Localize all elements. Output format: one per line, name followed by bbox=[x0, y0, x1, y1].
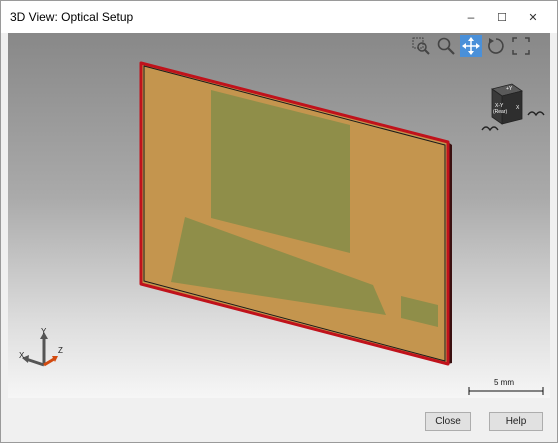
close-icon: ✕ bbox=[528, 11, 538, 24]
rotate-icon bbox=[488, 38, 504, 54]
view-cube-top-label: +Y bbox=[506, 86, 513, 92]
maximize-icon: ☐ bbox=[497, 11, 507, 24]
3d-viewport[interactable]: +Y X-Y (Rear) X Y X Z 5 mm bbox=[8, 33, 550, 398]
fit-all-button[interactable] bbox=[510, 35, 532, 57]
scene-canvas bbox=[139, 61, 452, 366]
view-cube-front-label-2: (Rear) bbox=[493, 109, 508, 115]
zoom-button[interactable] bbox=[435, 35, 457, 57]
zoom-window-button[interactable] bbox=[410, 35, 432, 57]
help-button[interactable]: Help bbox=[489, 412, 543, 431]
view-cube-side-label: X bbox=[516, 105, 520, 111]
close-button[interactable]: Close bbox=[425, 412, 471, 431]
scale-bar: 5 mm bbox=[468, 378, 544, 395]
view-cube-graphic bbox=[481, 83, 545, 132]
dialog-window: 3D View: Optical Setup – ☐ ✕ +Y X-Y (Rea… bbox=[0, 0, 558, 443]
scale-bar-label: 5 mm bbox=[494, 378, 514, 387]
view-cube[interactable]: +Y X-Y (Rear) X bbox=[478, 83, 548, 143]
close-window-button[interactable]: ✕ bbox=[515, 1, 551, 33]
dialog-footer: Close Help bbox=[1, 401, 557, 442]
pan-icon bbox=[462, 37, 480, 55]
zoom-icon bbox=[437, 37, 455, 55]
title-bar[interactable]: 3D View: Optical Setup – ☐ ✕ bbox=[1, 1, 557, 33]
scale-bar-line bbox=[468, 387, 544, 395]
axis-z-label: Z bbox=[58, 346, 63, 355]
pan-button[interactable] bbox=[460, 35, 482, 57]
zoom-window-icon bbox=[412, 37, 430, 55]
axis-y-label: Y bbox=[41, 327, 47, 336]
window-title: 3D View: Optical Setup bbox=[10, 10, 134, 24]
axis-x-label: X bbox=[19, 351, 25, 360]
fit-all-icon bbox=[512, 37, 530, 55]
minimize-icon: – bbox=[467, 10, 475, 24]
rotate-button[interactable] bbox=[485, 35, 507, 57]
axis-triad: Y X Z bbox=[16, 327, 76, 373]
